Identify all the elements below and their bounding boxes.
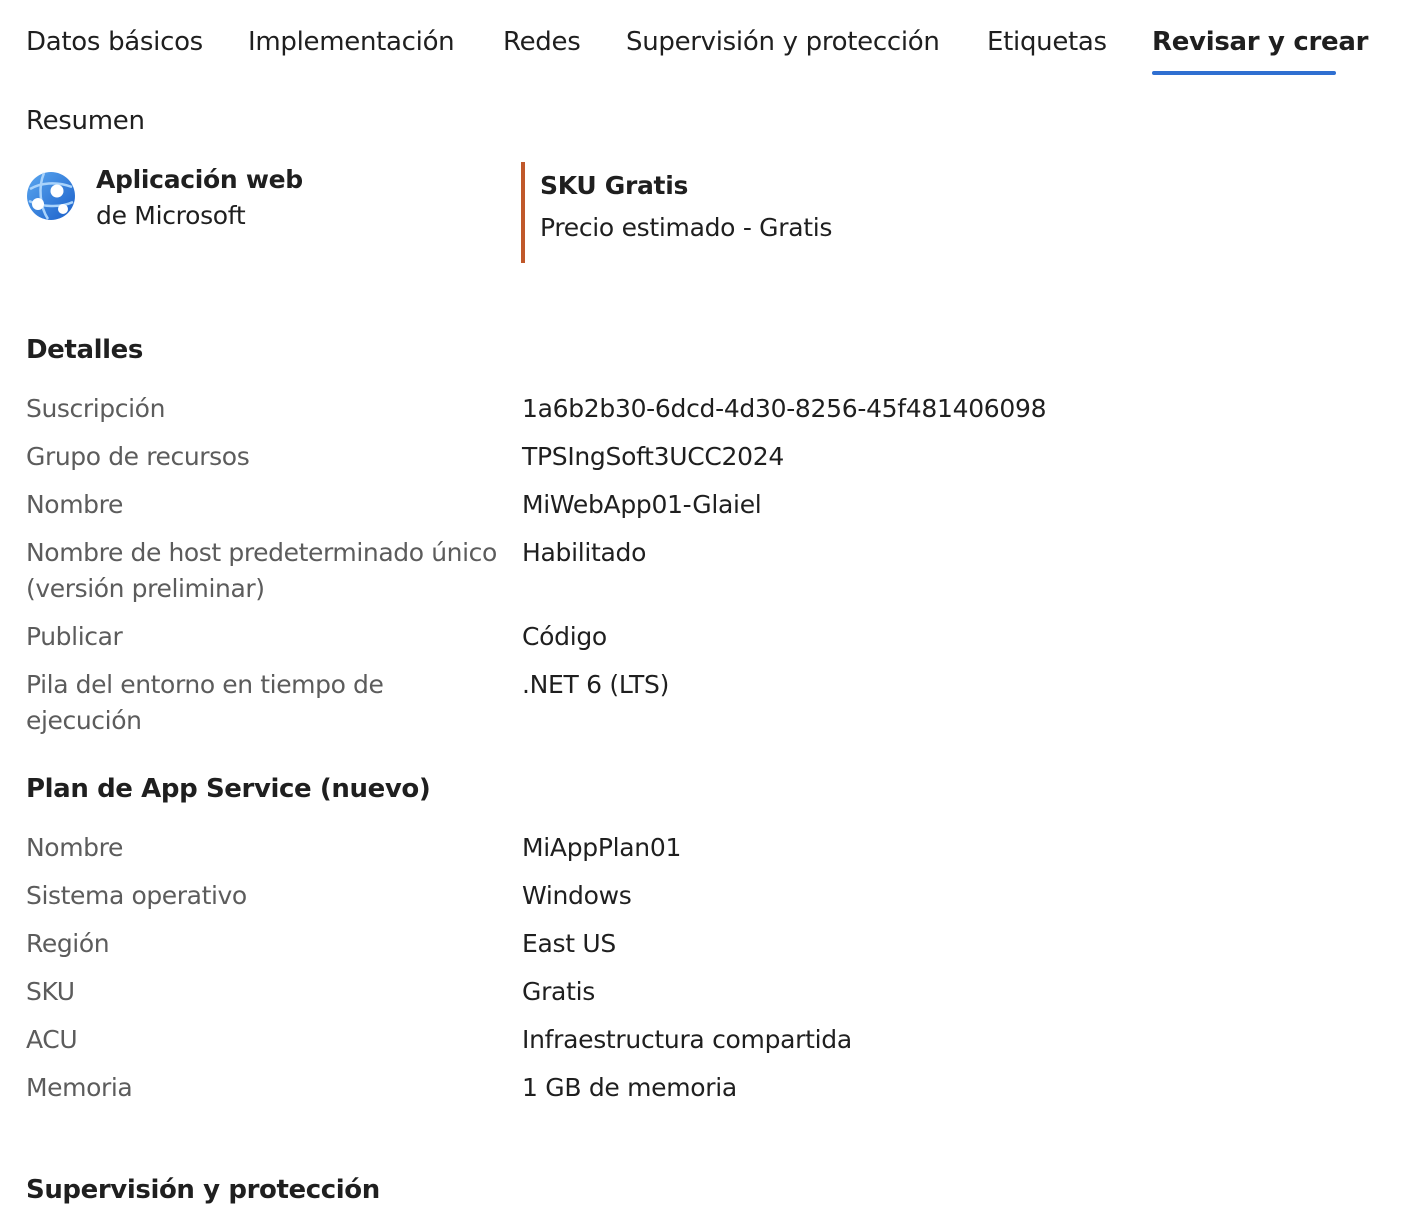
web-app-globe-icon	[27, 172, 75, 220]
product-publisher: de Microsoft	[96, 201, 246, 230]
tab-implementacion[interactable]: Implementación	[248, 24, 455, 60]
detail-value: MiWebApp01-Glaiel	[522, 490, 762, 519]
plan-label: Nombre	[26, 833, 123, 862]
tab-revisar-crear[interactable]: Revisar y crear	[1152, 24, 1368, 60]
sku-accent-bar	[521, 162, 525, 263]
plan-value: Infraestructura compartida	[522, 1025, 852, 1054]
detail-value: .NET 6 (LTS)	[522, 670, 670, 699]
detail-label: Grupo de recursos	[26, 442, 250, 471]
tab-datos-basicos[interactable]: Datos básicos	[26, 24, 203, 60]
detail-label: Publicar	[26, 622, 123, 651]
plan-label: Sistema operativo	[26, 881, 247, 910]
detail-value: Habilitado	[522, 538, 647, 567]
plan-label: Memoria	[26, 1073, 133, 1102]
plan-value: 1 GB de memoria	[522, 1073, 737, 1102]
detail-label: Suscripción	[26, 394, 166, 423]
tab-etiquetas[interactable]: Etiquetas	[987, 24, 1107, 60]
detail-label: Nombre	[26, 490, 123, 519]
product-name: Aplicación web	[96, 165, 303, 194]
detail-value: Código	[522, 622, 607, 651]
detail-value: 1a6b2b30-6dcd-4d30-8256-45f481406098	[522, 394, 1047, 423]
tab-redes[interactable]: Redes	[503, 24, 581, 60]
tab-supervision-proteccion[interactable]: Supervisión y protección	[626, 24, 940, 60]
detail-value: TPSIngSoft3UCC2024	[522, 442, 784, 471]
details-section-title: Detalles	[26, 335, 143, 365]
plan-value: East US	[522, 929, 616, 958]
plan-label: Región	[26, 929, 110, 958]
active-tab-indicator	[1152, 71, 1336, 75]
detail-label: Nombre de host predeterminado único (ver…	[26, 538, 497, 603]
review-create-page: Datos básicos Implementación Redes Super…	[0, 0, 1404, 1205]
plan-value: Gratis	[522, 977, 595, 1006]
detail-label: Pila del entorno en tiempo de ejecución	[26, 670, 384, 735]
plan-label: ACU	[26, 1025, 78, 1054]
sku-estimated-price: Precio estimado - Gratis	[540, 213, 833, 242]
plan-label: SKU	[26, 977, 75, 1006]
app-service-plan-section-title: Plan de App Service (nuevo)	[26, 774, 431, 804]
monitoring-section-title: Supervisión y protección	[26, 1175, 380, 1205]
plan-value: Windows	[522, 881, 632, 910]
summary-heading: Resumen	[26, 106, 145, 136]
wizard-tabs: Datos básicos Implementación Redes Super…	[0, 0, 1404, 80]
plan-value: MiAppPlan01	[522, 833, 682, 862]
sku-title: SKU Gratis	[540, 171, 689, 200]
